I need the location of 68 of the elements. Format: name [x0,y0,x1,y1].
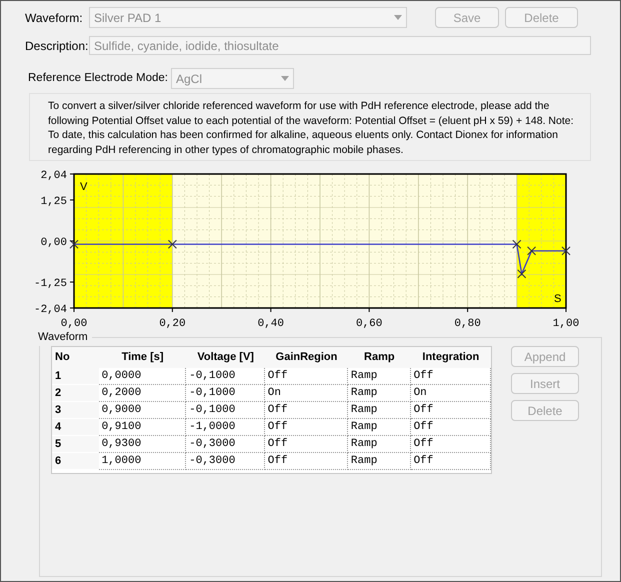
table-cell: Off [410,402,492,419]
table-cell: Ramp [348,402,411,419]
x-tick-label: 0,40 [258,318,284,330]
column-header[interactable]: Time [s] [98,347,186,368]
table-cell: On [264,385,348,402]
column-header[interactable]: Ramp [348,347,411,368]
y-axis-label: V [80,181,88,193]
y-tick-label: -1,25 [34,278,67,290]
table-cell: 0,9100 [98,419,186,436]
table-cell: -0,1000 [186,368,265,385]
table-cell: Ramp [348,436,411,453]
table-cell: 1,0000 [98,453,186,470]
point-marker[interactable] [517,269,526,278]
x-axis-label: S [554,293,562,305]
field-label: Waveform: [25,10,84,26]
point-marker[interactable] [562,246,570,256]
table-cell: 0,9000 [98,402,186,419]
info-text: To convert a silver/silver chloride referenced waveform for use with PdH reference electrode, please add the following Potential Offset value to each potential of the waveform: Potential Offset = (eluent pH x 59) + 148. Note: To date, this calculation has been confirmed for alkaline, aqueous eluents only. Contact Dionex for information regarding PdH referencing in other types of chromatographic mobile phases. [29,93,591,161]
x-tick-label: 0,60 [356,318,382,330]
table-cell: Off [264,402,348,419]
row-number: 3 [52,402,99,419]
column-header[interactable]: Integration [410,347,492,368]
table-cell: Ramp [348,385,411,402]
y-tick-label: 0,00 [40,237,67,249]
table-cell: Ramp [348,419,411,436]
table-cell: On [410,385,492,402]
table-cell: Off [264,453,348,470]
row-number: 1 [52,368,99,385]
row-number: 5 [52,436,99,453]
x-tick-label: 0,00 [60,318,88,330]
table-cell: 0,0000 [98,368,186,385]
table-cell: 0,9300 [98,436,186,453]
table-cell: Ramp [348,368,411,385]
point-marker[interactable] [512,240,522,249]
y-tick-label: 2,04 [40,170,67,182]
field-label: Reference Electrode Mode: [28,70,169,86]
row-number: 2 [52,385,99,402]
row-number: 6 [52,453,99,470]
x-tick-label: 0,20 [159,318,186,330]
column-header[interactable]: No [52,347,99,368]
point-marker[interactable] [168,240,177,249]
table-cell: Off [410,419,492,436]
point-marker[interactable] [70,240,78,249]
table-cell: Off [410,436,492,453]
group-title: Waveform [38,329,92,346]
table-cell: 0,2000 [98,385,186,402]
column-header[interactable]: Voltage [V] [186,347,265,368]
table-cell: Off [264,436,348,453]
y-tick-label: -2,04 [34,304,67,316]
table-cell: Off [264,419,348,436]
y-tick-label: 1,25 [40,196,67,208]
caret-icon [394,15,402,20]
field-label: Description: [25,38,89,54]
table-cell: Off [264,368,348,385]
table-cell: -0,1000 [186,402,265,419]
table-cell: -0,3000 [186,436,265,453]
point-marker[interactable] [527,246,536,256]
caret-icon [281,76,289,81]
table-cell: -0,1000 [186,385,265,402]
table-cell: -0,3000 [186,453,265,470]
table-cell: -1,0000 [186,419,265,436]
table-cell: Ramp [348,453,411,470]
x-tick-label: 0,80 [454,318,481,330]
table-cell: Off [410,453,492,470]
x-tick-label: 1,00 [552,318,580,330]
column-header[interactable]: GainRegion [264,347,348,368]
table-cell: Off [410,368,492,385]
row-number: 4 [52,419,99,436]
